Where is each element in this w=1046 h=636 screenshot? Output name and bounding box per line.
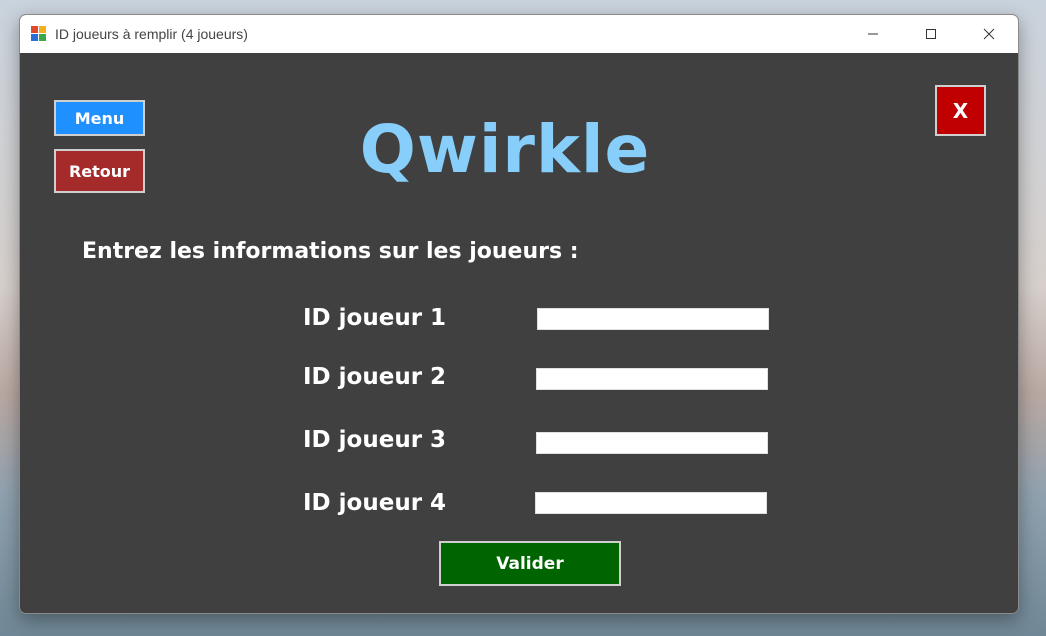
maximize-button[interactable]	[902, 15, 960, 53]
player-2-id-input[interactable]	[536, 368, 768, 390]
close-window-button[interactable]	[960, 15, 1018, 53]
maximize-icon	[926, 29, 936, 39]
close-app-button[interactable]: X	[935, 85, 986, 136]
app-icon	[31, 26, 47, 42]
back-button[interactable]: Retour	[54, 149, 145, 193]
player-3-id-input[interactable]	[536, 432, 768, 454]
player-4-id-input[interactable]	[535, 492, 767, 514]
close-icon	[983, 28, 995, 40]
minimize-icon	[868, 33, 878, 35]
minimize-button[interactable]	[844, 15, 902, 53]
app-window: ID joueurs à remplir (4 joueurs) Menu Re…	[19, 14, 1019, 614]
player-4-label: ID joueur 4	[303, 490, 447, 516]
player-1-id-input[interactable]	[537, 308, 769, 330]
submit-button[interactable]: Valider	[439, 541, 621, 586]
form-panel: Menu Retour X Qwirkle Entrez les informa…	[20, 53, 1018, 613]
player-2-label: ID joueur 2	[303, 364, 447, 390]
player-1-label: ID joueur 1	[303, 305, 447, 331]
player-3-label: ID joueur 3	[303, 427, 447, 453]
form-prompt: Entrez les informations sur les joueurs …	[82, 239, 579, 264]
qwirkle-logo: Qwirkle	[359, 111, 651, 188]
title-bar[interactable]: ID joueurs à remplir (4 joueurs)	[20, 15, 1018, 53]
menu-button[interactable]: Menu	[54, 100, 145, 136]
window-title: ID joueurs à remplir (4 joueurs)	[55, 26, 248, 42]
